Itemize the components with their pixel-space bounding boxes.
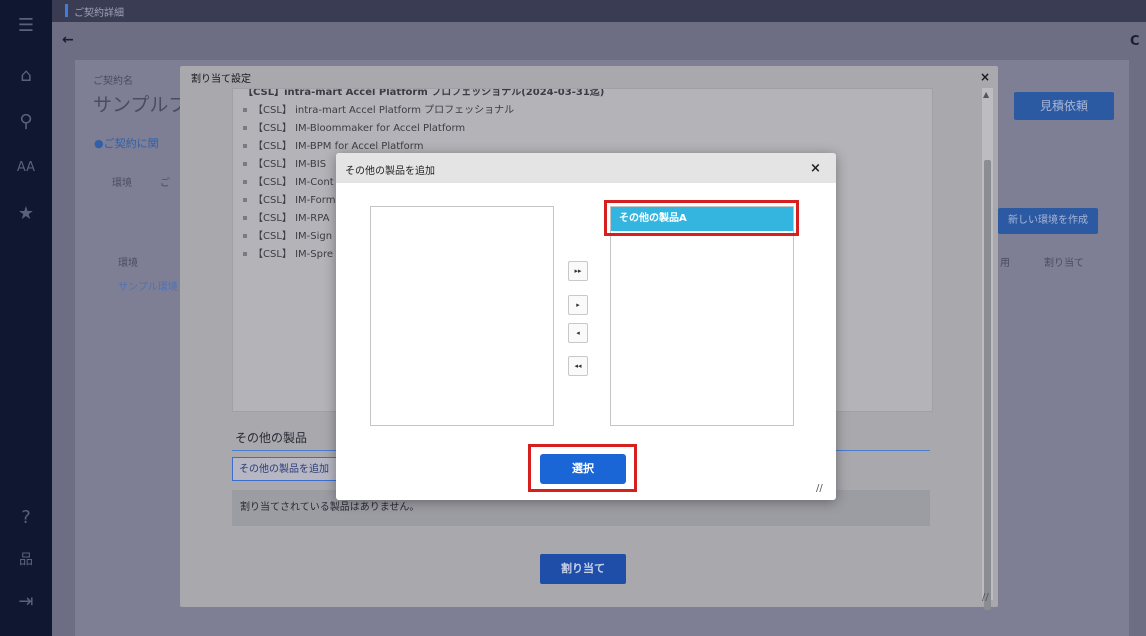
resize-handle-icon[interactable]: // bbox=[982, 592, 989, 603]
bullet-icon bbox=[243, 180, 247, 184]
move-left-button[interactable]: ◂ bbox=[568, 323, 588, 343]
available-products-list[interactable] bbox=[370, 206, 554, 426]
move-right-button[interactable]: ▸ bbox=[568, 295, 588, 315]
highlight-box-button bbox=[528, 444, 637, 492]
scroll-up-icon[interactable]: ▲ bbox=[983, 90, 989, 99]
dialog-title: その他の製品を追加 bbox=[345, 166, 435, 177]
home-icon[interactable]: ⌂ bbox=[0, 64, 52, 88]
move-all-right-button[interactable]: ▸▸ bbox=[568, 261, 588, 281]
bullet-icon bbox=[243, 198, 247, 202]
tab-environment[interactable]: 環境 bbox=[112, 174, 132, 189]
bullet-icon bbox=[243, 162, 247, 166]
list-item: 【CSL】 IM-Sign bbox=[243, 227, 332, 242]
bullet-icon bbox=[243, 126, 247, 130]
sub-toolbar: ← C bbox=[52, 30, 1146, 52]
sitemap-icon[interactable]: 品 bbox=[0, 548, 52, 572]
bullet-icon bbox=[243, 108, 247, 112]
list-item: 【CSL】 intra-mart Accel Platform プロフェッショナ… bbox=[243, 101, 514, 116]
search-icon[interactable]: ⚲ bbox=[0, 110, 52, 134]
dialog-title: 割り当て設定 bbox=[191, 74, 251, 85]
close-icon[interactable]: × bbox=[980, 70, 990, 84]
breadcrumb: ご契約詳細 bbox=[74, 8, 124, 19]
dialog-header: その他の製品を追加 × bbox=[336, 153, 836, 183]
selected-products-list[interactable]: その他の製品A bbox=[610, 206, 794, 426]
breadcrumb-bar: ご契約詳細 bbox=[52, 0, 1146, 22]
assign-column-header: 割り当て bbox=[1044, 258, 1084, 269]
list-item: 【CSL】 IM-Cont bbox=[243, 173, 334, 188]
move-all-left-button[interactable]: ◂◂ bbox=[568, 356, 588, 376]
contract-info-text: ご契約に関 bbox=[103, 137, 159, 150]
contract-info-link[interactable]: ●ご契約に関 bbox=[94, 135, 159, 151]
use-column-header: 用 bbox=[1000, 258, 1010, 269]
list-item: 【CSL】 IM-Spre bbox=[243, 245, 333, 260]
scrollbar-thumb[interactable] bbox=[984, 160, 991, 610]
tab-other[interactable]: ご bbox=[160, 174, 170, 189]
add-other-products-dialog: その他の製品を追加 × その他の製品A ▸▸ ▸ ◂ ◂◂ 選択 // bbox=[336, 153, 836, 500]
resize-handle-icon[interactable]: // bbox=[816, 483, 823, 494]
help-icon[interactable]: ? bbox=[0, 506, 52, 530]
bullet-icon bbox=[243, 234, 247, 238]
font-size-icon[interactable]: AA bbox=[0, 156, 52, 180]
contract-name: サンプルプ bbox=[93, 94, 188, 116]
list-item: 【CSL】 IM-Form bbox=[243, 191, 335, 206]
assign-button[interactable]: 割り当て bbox=[540, 554, 626, 584]
new-environment-button[interactable]: 新しい環境を作成 bbox=[998, 208, 1098, 234]
list-item: 【CSL】intra-mart Accel Platform プロフェッショナル… bbox=[243, 88, 605, 98]
refresh-icon[interactable]: C bbox=[1130, 34, 1140, 49]
contract-name-label: ご契約名 bbox=[93, 76, 133, 87]
close-icon[interactable]: × bbox=[810, 161, 821, 176]
list-item: 【CSL】 IM-BIS bbox=[243, 155, 326, 170]
highlight-box-item bbox=[604, 200, 799, 236]
list-item: 【CSL】 IM-BPM for Accel Platform bbox=[243, 137, 423, 152]
logout-icon[interactable]: ⇥ bbox=[0, 590, 52, 614]
list-item: 【CSL】 IM-RPA bbox=[243, 209, 329, 224]
star-icon[interactable]: ★ bbox=[0, 202, 52, 226]
environment-row-link[interactable]: サンプル環境 bbox=[118, 278, 178, 293]
quote-request-button[interactable]: 見積依頼 bbox=[1014, 92, 1114, 120]
breadcrumb-marker bbox=[65, 4, 68, 17]
other-products-heading: その他の製品 bbox=[235, 431, 308, 445]
environment-column-header: 環境 bbox=[118, 258, 138, 269]
scrollbar[interactable]: ▲ bbox=[982, 88, 993, 610]
list-item: 【CSL】 IM-Bloommaker for Accel Platform bbox=[243, 119, 465, 134]
left-navigation: ☰ ⌂ ⚲ AA ★ ? 品 ⇥ bbox=[0, 0, 52, 636]
bullet-icon bbox=[243, 144, 247, 148]
bullet-icon bbox=[243, 252, 247, 256]
info-icon: ● bbox=[94, 137, 104, 150]
add-other-products-button[interactable]: その他の製品を追加 bbox=[232, 457, 342, 481]
back-arrow-icon[interactable]: ← bbox=[62, 32, 74, 48]
menu-icon[interactable]: ☰ bbox=[0, 14, 52, 38]
bullet-icon bbox=[243, 216, 247, 220]
